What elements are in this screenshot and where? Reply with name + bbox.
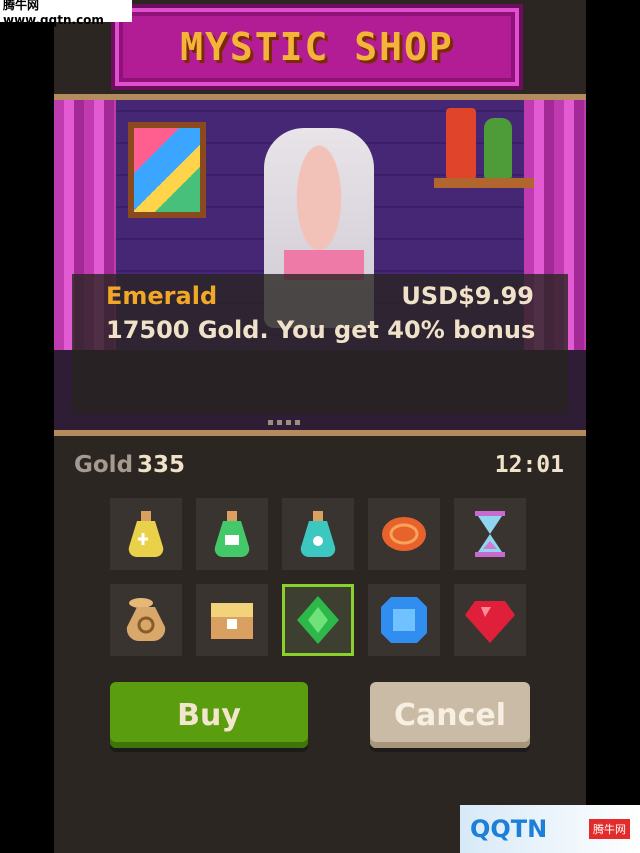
- gold-value: 335: [137, 452, 186, 478]
- slot-emerald[interactable]: [282, 584, 354, 656]
- clock: 12:01: [494, 452, 564, 478]
- slot-yellow-potion[interactable]: [110, 498, 182, 570]
- gold-bag-icon: [126, 598, 166, 642]
- wall-shelf: [434, 178, 534, 188]
- item-info-panel: Emerald USD$9.99 17500 Gold. You get 40%…: [72, 274, 568, 414]
- yellow-potion-icon: [128, 511, 164, 558]
- watermark-badge: 腾牛网: [589, 819, 630, 839]
- watermark-top: 腾牛网 www.qqtn.com: [0, 0, 132, 27]
- shop-banner: MYSTIC SHOP: [115, 8, 519, 86]
- slot-green-potion[interactable]: [196, 498, 268, 570]
- watermark-bottom: QQTN 腾牛网: [460, 805, 640, 853]
- slot-gold-bag[interactable]: [110, 584, 182, 656]
- sapphire-icon: [381, 597, 427, 643]
- item-grid: [110, 498, 532, 656]
- slot-sapphire[interactable]: [368, 584, 440, 656]
- gold-label: Gold: [74, 452, 134, 478]
- hourglass-icon: [475, 511, 505, 557]
- green-potion-decoration: [484, 118, 512, 178]
- item-price: USD$9.99: [401, 282, 534, 310]
- buy-button[interactable]: Buy: [110, 682, 308, 748]
- slot-hourglass[interactable]: [454, 498, 526, 570]
- right-border: [586, 0, 640, 853]
- slot-orange-coin[interactable]: [368, 498, 440, 570]
- slot-ruby[interactable]: [454, 584, 526, 656]
- item-description: 17500 Gold. You get 40% bonus: [106, 316, 536, 344]
- page-indicator: [268, 420, 300, 425]
- watermark-logo: QQTN: [470, 815, 548, 843]
- orange-coin-icon: [382, 517, 426, 551]
- red-potion-decoration: [446, 108, 476, 178]
- slot-teal-potion[interactable]: [282, 498, 354, 570]
- ruby-icon: [465, 601, 515, 643]
- item-name: Emerald: [106, 282, 218, 310]
- green-potion-icon: [214, 511, 250, 558]
- slot-treasure-chest[interactable]: [196, 584, 268, 656]
- treasure-chest-icon: [211, 603, 253, 639]
- left-border: [0, 0, 54, 853]
- shop-title: MYSTIC SHOP: [180, 25, 454, 69]
- painting: [128, 122, 206, 218]
- cancel-button[interactable]: Cancel: [370, 682, 530, 748]
- emerald-icon: [297, 596, 339, 644]
- teal-potion-icon: [300, 511, 336, 558]
